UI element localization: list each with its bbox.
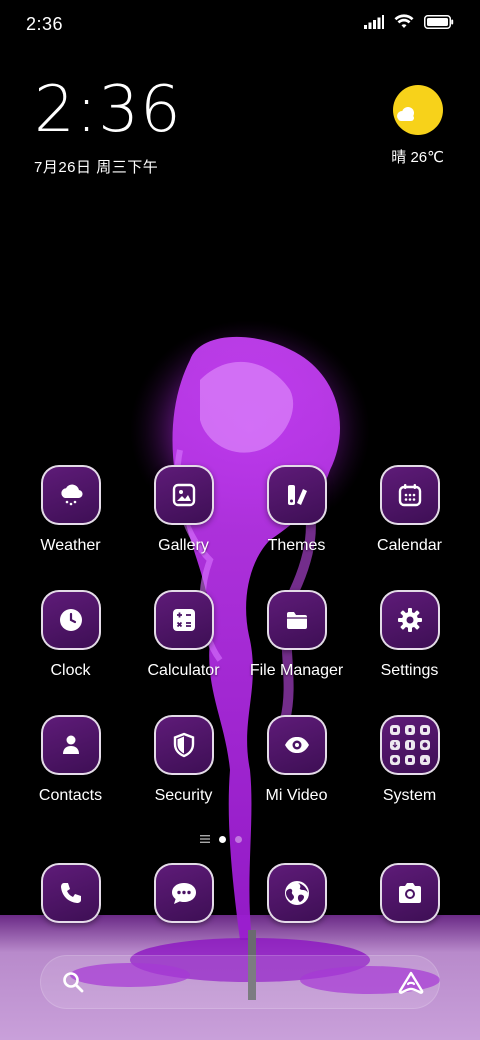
- folder-grid-icon: [379, 715, 440, 775]
- app-label: Weather: [40, 537, 101, 554]
- calculator-icon: [153, 590, 214, 650]
- dock-phone[interactable]: [14, 863, 127, 923]
- phone-icon: [40, 863, 101, 923]
- app-settings[interactable]: Settings: [353, 590, 466, 680]
- app-themes[interactable]: Themes: [240, 465, 353, 555]
- app-system-folder[interactable]: System: [353, 715, 466, 805]
- app-label: Themes: [267, 537, 326, 554]
- weather-widget[interactable]: 晴 26℃: [364, 84, 444, 167]
- person-icon: [40, 715, 101, 775]
- clock-widget[interactable]: 2:36 7月26日 周三下午: [34, 78, 182, 177]
- app-label: Calendar: [377, 537, 442, 554]
- dock-messages[interactable]: [127, 863, 240, 923]
- camera-icon: [379, 863, 440, 923]
- folder-icon: [266, 590, 327, 650]
- app-label: Settings: [380, 662, 439, 679]
- app-label: System: [382, 787, 437, 804]
- battery-icon: [424, 15, 454, 34]
- page-dot-active: [219, 835, 226, 843]
- app-calculator[interactable]: Calculator: [127, 590, 240, 680]
- app-gallery[interactable]: Gallery: [127, 465, 240, 555]
- assistant-icon[interactable]: [397, 970, 425, 1001]
- gallery-icon: [153, 465, 214, 525]
- app-label: Contacts: [38, 787, 103, 804]
- cellular-signal-icon: [364, 15, 384, 34]
- app-contacts[interactable]: Contacts: [14, 715, 127, 805]
- app-label: Security: [154, 787, 213, 804]
- sunny-partly-cloudy-icon: [392, 84, 443, 135]
- app-label: Clock: [50, 662, 91, 679]
- app-security[interactable]: Security: [127, 715, 240, 805]
- clock-date: 7月26日 周三下午: [34, 159, 159, 176]
- app-mi-video[interactable]: Mi Video: [240, 715, 353, 805]
- app-weather[interactable]: Weather: [14, 465, 127, 555]
- page-indicator[interactable]: [200, 830, 242, 848]
- shield-icon: [153, 715, 214, 775]
- dock: [14, 863, 466, 925]
- gear-icon: [379, 590, 440, 650]
- eye-icon: [266, 715, 327, 775]
- calendar-icon: [379, 465, 440, 525]
- messages-icon: [153, 863, 214, 923]
- weather-icon: [40, 465, 101, 525]
- wifi-icon: [394, 14, 414, 35]
- app-clock[interactable]: Clock: [14, 590, 127, 680]
- status-time: 2:36: [26, 14, 64, 34]
- clock-time: 2:36: [34, 73, 182, 147]
- browser-icon: [266, 863, 327, 923]
- dock-browser[interactable]: [240, 863, 353, 923]
- themes-icon: [266, 465, 327, 525]
- app-list-indicator-icon: [200, 830, 210, 848]
- search-bar[interactable]: [40, 955, 440, 1009]
- app-label: Mi Video: [265, 787, 328, 804]
- status-icons: [364, 14, 454, 35]
- search-icon[interactable]: [61, 970, 85, 999]
- page-dot: [235, 835, 242, 843]
- dock-camera[interactable]: [353, 863, 466, 923]
- app-file-manager[interactable]: File Manager: [240, 590, 353, 680]
- weather-text: 晴 26℃: [391, 149, 444, 166]
- app-calendar[interactable]: Calendar: [353, 465, 466, 555]
- clock-icon: [40, 590, 101, 650]
- status-bar: 2:36: [0, 0, 480, 50]
- app-label: Calculator: [147, 662, 220, 679]
- app-label: Gallery: [158, 537, 209, 554]
- app-label: File Manager: [249, 662, 344, 679]
